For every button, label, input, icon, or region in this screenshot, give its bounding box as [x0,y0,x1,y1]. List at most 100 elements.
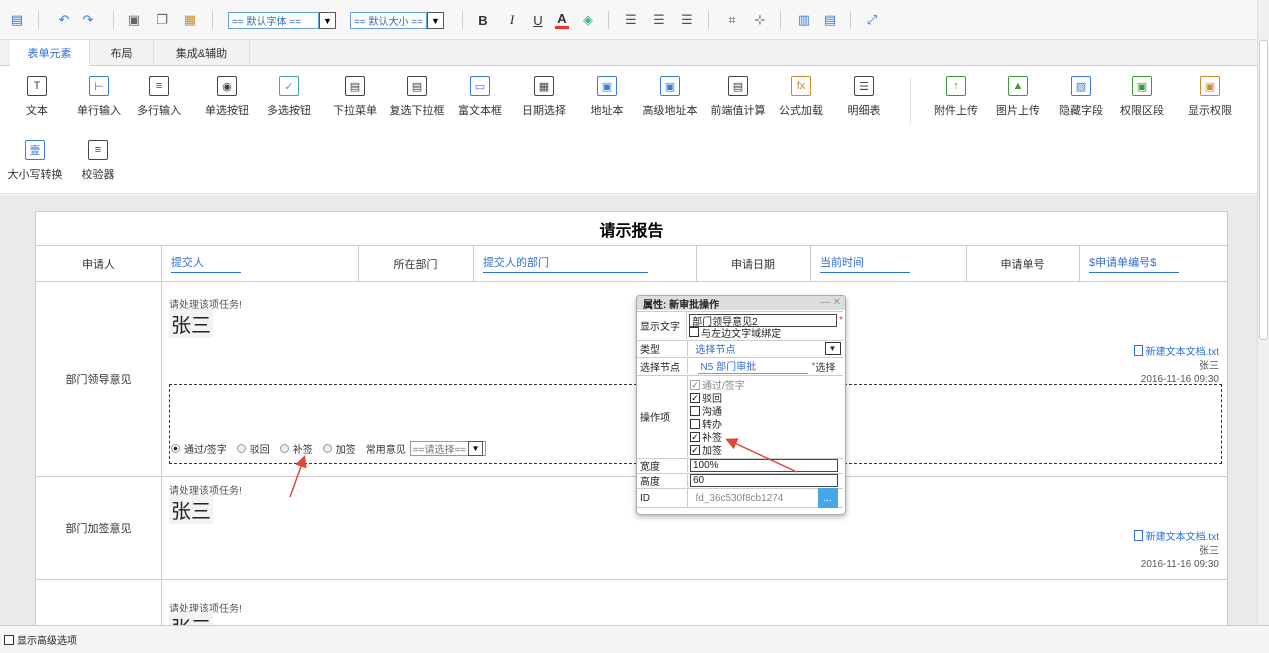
font-size-value: == 默认大小 == [354,17,423,28]
underline-button[interactable]: U [531,11,545,29]
ribbon-item-display-permission[interactable]: ▣ 显示权限 [1180,76,1240,118]
form-table: 请示报告 申请人 提交人 所在部门 提交人的部门 申请日期 当前时间 申请单号 … [35,211,1229,632]
width-input[interactable]: 100% [690,459,838,472]
apply-date-field[interactable]: 当前时间 [810,246,966,281]
height-label: 高度 [640,477,660,488]
font-size-select[interactable]: == 默认大小 == ▼ [350,12,444,29]
align-right-icon[interactable]: ☰ [680,11,694,29]
preview-icon[interactable]: ▥ [796,11,812,29]
advanced-options-checkbox[interactable] [4,634,14,645]
source-icon[interactable]: ▤ [8,11,26,29]
applicant-field[interactable]: 提交人 [161,246,358,281]
split-icon[interactable]: ⊹ [752,11,768,29]
template-icon[interactable]: ▤ [822,11,838,29]
ribbon-item-advanced-address[interactable]: ▣ 高级地址本 [640,76,700,118]
operation-checkbox[interactable] [690,431,700,442]
ribbon-item-upload[interactable]: ↑ 附件上传 [926,76,986,118]
fullscreen-icon[interactable]: ⤢ [864,11,880,29]
table-icon[interactable]: ⌗ [724,11,740,29]
node-row: 选择节点 N5 部门审批 * 选择 [637,357,843,374]
operation-checkbox[interactable] [690,392,700,403]
align-left-icon[interactable]: ☰ [624,11,638,29]
close-icon[interactable]: — ✕ [820,297,841,308]
type-row: 类型 选择节点 ▼ [637,340,843,356]
date-icon: ▦ [534,76,554,96]
font-family-select[interactable]: == 默认字体 == ▼ [228,12,336,29]
ribbon-item-calc[interactable]: ▤ 前端值计算 [708,76,768,118]
applicant-label: 申请人 [82,258,115,271]
vertical-scrollbar[interactable] [1257,0,1269,625]
copy-icon[interactable]: ❐ [154,11,170,29]
operation-checkbox[interactable] [690,418,700,429]
ribbon-item-rich-text[interactable]: ▭ 富文本框 [450,76,510,118]
ribbon-item-hidden-field[interactable]: ▧ 隐藏字段 [1051,76,1111,118]
paste-icon[interactable]: ▣ [126,11,142,29]
italic-button[interactable]: I [505,11,519,29]
id-label: ID [640,492,650,504]
redo-icon[interactable]: ↷ [80,11,96,29]
ribbon-item-label: 富文本框 [458,105,502,117]
department-value: 提交人的部门 [483,254,648,273]
type-select-value[interactable]: 选择节点 [693,341,825,356]
ribbon-item-label: 明细表 [847,105,881,117]
height-input[interactable]: 60 [690,474,838,487]
signature-image: 张三 [169,309,213,338]
scroll-thumb[interactable] [1259,40,1268,340]
common-opinion-select[interactable]: ==请选择== ▼ [409,441,487,456]
form-number-value: $申请单编号$ [1089,254,1179,273]
approval-meta: 张三 2016-11-16 09:30 [1141,545,1219,571]
case-convert-icon: 壹 [25,140,45,160]
ribbon-item-multi-input[interactable]: ≡ 多行输入 [129,76,189,118]
chevron-down-icon: ▼ [468,441,484,456]
approver-name: 张三 [1199,361,1219,372]
ribbon-item-case-convert[interactable]: 壹大小写转换 [5,140,65,182]
ribbon-item-permission-section[interactable]: ▣ 权限区段 [1112,76,1172,118]
tab-form-elements[interactable]: 表单元素 [10,40,90,66]
ribbon-item-address-book[interactable]: ▣ 地址本 [577,76,637,118]
operation-checkbox[interactable] [690,444,700,455]
undo-icon[interactable]: ↶ [56,11,72,29]
ribbon-item-detail-table[interactable]: ☰ 明细表 [834,76,894,118]
operations-row: 操作项 通过/签字驳回沟通转办补签加签 [637,375,843,457]
ribbon-item-formula[interactable]: fx 公式加载 [771,76,831,118]
operation-checkbox[interactable] [690,405,700,416]
tab-layout[interactable]: 布局 [90,40,154,66]
operation-checkbox[interactable] [690,379,700,390]
font-color-button[interactable]: A [555,11,569,29]
ribbon-item-date[interactable]: ▦ 日期选择 [514,76,574,118]
radio-add-sign[interactable] [322,444,332,453]
department-field[interactable]: 提交人的部门 [473,246,696,281]
ribbon-item-dropdown[interactable]: ▤ 下拉菜单 [325,76,385,118]
multi-input-icon: ≡ [149,76,169,96]
radio-pass[interactable] [171,444,180,453]
node-value: N5 部门审批 [697,358,808,374]
bind-checkbox[interactable] [689,327,700,337]
ribbon-item-label: 大小写转换 [7,169,63,181]
ribbon-item-checkbox[interactable]: ✓ 多选按钮 [259,76,319,118]
highlight-icon[interactable]: ◈ [580,11,596,29]
ribbon-item-text[interactable]: T 文本 [7,76,67,118]
form-number-field[interactable]: $申请单编号$ [1079,246,1229,281]
upload-icon: ↑ [946,76,966,96]
approval-meta: 张三 2016-11-16 09:30 [1141,360,1219,386]
advanced-options-label: 显示高级选项 [17,636,77,647]
ribbon-item-validator[interactable]: ≡ 校验器 [68,140,128,182]
apply-date-label: 申请日期 [731,258,775,271]
attachment-link[interactable]: 新建文本文档.txt [1133,343,1219,358]
choose-node-link[interactable]: 选择 [815,359,835,374]
calc-icon: ▤ [728,76,748,96]
chevron-down-icon[interactable]: ▼ [824,342,841,355]
bold-button[interactable]: B [476,11,490,29]
id-picker-button[interactable]: ... [817,488,838,508]
format-painter-icon[interactable]: ▦ [182,11,198,29]
ribbon-item-radio[interactable]: ◉ 单选按钮 [197,76,257,118]
ribbon-item-image-upload[interactable]: ▲ 图片上传 [988,76,1048,118]
align-center-icon[interactable]: ☰ [652,11,666,29]
radio-supplement[interactable] [279,444,289,453]
department-label: 所在部门 [393,258,438,271]
tab-integration[interactable]: 集成&辅助 [154,40,250,66]
ribbon-item-single-input[interactable]: ⊢ 单行输入 [69,76,129,118]
ribbon-item-multi-dropdown[interactable]: ▤ 复选下拉框 [387,76,447,118]
attachment-link[interactable]: 新建文本文档.txt [1133,528,1219,543]
radio-reject[interactable] [236,444,246,453]
